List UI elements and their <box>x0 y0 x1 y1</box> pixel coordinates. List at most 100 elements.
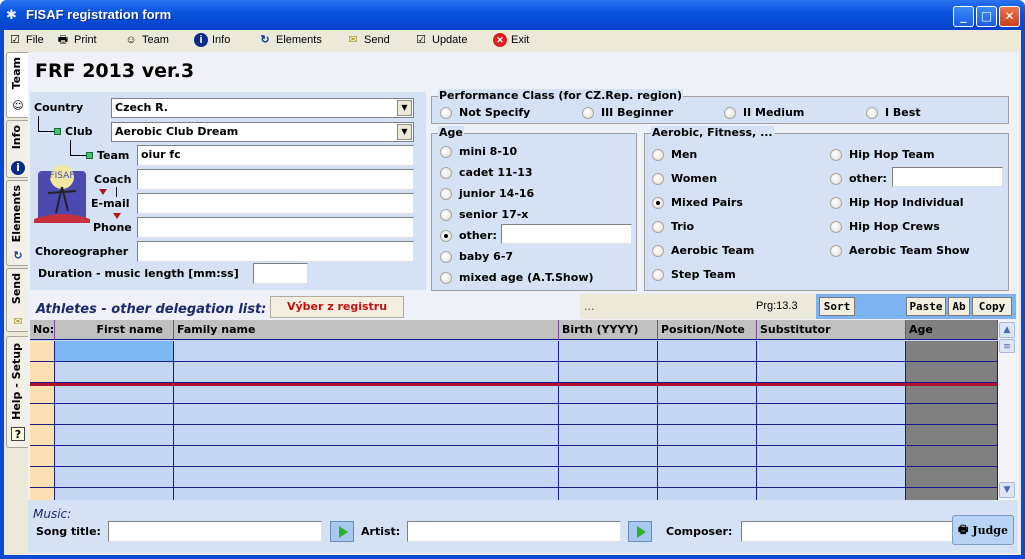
grid-cell[interactable] <box>658 446 757 467</box>
play-icon[interactable] <box>628 521 652 542</box>
grid-cell[interactable] <box>658 467 757 488</box>
menu-print[interactable]: 🖶 Print <box>56 32 97 48</box>
column-header-first-name[interactable]: First name <box>55 320 174 340</box>
tab-team[interactable]: Team ☺ <box>6 52 28 118</box>
radio-dot[interactable] <box>440 166 452 179</box>
grid-cell[interactable] <box>55 467 174 488</box>
radio-dot-selected[interactable] <box>652 196 664 209</box>
judge-button[interactable]: 🖶 Judge <box>952 515 1014 545</box>
grid-cell[interactable] <box>55 488 174 500</box>
column-header-age[interactable]: Age <box>906 320 998 340</box>
grid-cell[interactable] <box>658 383 757 404</box>
grid-cell[interactable] <box>906 446 998 467</box>
radio-dot[interactable] <box>440 145 452 158</box>
row-number-cell[interactable] <box>30 488 55 500</box>
maximize-button[interactable]: □ <box>976 6 997 27</box>
grid-cell[interactable] <box>559 446 658 467</box>
grid-cell[interactable] <box>658 425 757 446</box>
tab-info[interactable]: Info i <box>6 120 28 178</box>
menu-info[interactable]: i Info <box>194 32 230 48</box>
radio-age-junior[interactable]: junior 14-16 <box>440 187 534 200</box>
radio-dot[interactable] <box>830 244 842 257</box>
grid-cell[interactable] <box>174 446 559 467</box>
grid-cell[interactable] <box>174 362 559 383</box>
grid-cell[interactable] <box>757 362 906 383</box>
radio-hip-hop-individual[interactable]: Hip Hop Individual <box>830 196 964 209</box>
radio-hip-hop-crews[interactable]: Hip Hop Crews <box>830 220 940 233</box>
menu-file[interactable]: ☑ File <box>8 32 44 48</box>
song-title-input[interactable] <box>108 521 322 542</box>
grid-cell[interactable] <box>658 488 757 500</box>
row-number-cell[interactable] <box>30 341 55 362</box>
grid-cell[interactable] <box>757 404 906 425</box>
grid-cell[interactable] <box>906 383 998 404</box>
scroll-up-icon[interactable]: ▲ <box>999 322 1015 338</box>
row-number-cell[interactable] <box>30 362 55 383</box>
registry-button[interactable]: Výber z registru <box>270 296 404 318</box>
column-header-no[interactable]: No: <box>30 320 55 340</box>
grid-cell[interactable] <box>757 446 906 467</box>
radio-dot[interactable] <box>724 106 736 119</box>
scroll-thumb[interactable]: ≡ <box>999 339 1015 353</box>
grid-cell[interactable] <box>174 425 559 446</box>
radio-best[interactable]: I Best <box>866 106 921 119</box>
club-select[interactable]: Aerobic Club Dream ▼ <box>111 122 414 142</box>
age-other-input[interactable] <box>501 224 632 244</box>
grid-cell[interactable] <box>559 362 658 383</box>
grid-cell[interactable] <box>757 467 906 488</box>
grid-cell[interactable] <box>906 467 998 488</box>
radio-hip-hop-team[interactable]: Hip Hop Team <box>830 148 935 161</box>
menu-elements[interactable]: ↻ Elements <box>258 32 321 48</box>
grid-cell[interactable] <box>174 488 559 500</box>
minimize-button[interactable]: _ <box>953 6 974 27</box>
composer-input[interactable] <box>741 521 955 542</box>
radio-dot[interactable] <box>440 271 452 284</box>
radio-category-other[interactable]: other: <box>830 172 887 185</box>
grid-cell[interactable] <box>174 467 559 488</box>
radio-dot[interactable] <box>830 172 842 185</box>
grid-cell[interactable] <box>906 425 998 446</box>
grid-cell[interactable] <box>559 404 658 425</box>
grid-cell[interactable] <box>559 425 658 446</box>
grid-cell[interactable] <box>658 404 757 425</box>
radio-age-senior[interactable]: senior 17-x <box>440 208 528 221</box>
choreographer-input[interactable] <box>137 241 414 262</box>
radio-dot[interactable] <box>440 208 452 221</box>
radio-age-mini[interactable]: mini 8-10 <box>440 145 517 158</box>
grid-cell[interactable] <box>658 341 757 362</box>
grid-cell[interactable] <box>55 362 174 383</box>
row-number-cell[interactable] <box>30 467 55 488</box>
grid-scrollbar[interactable]: ▲ ≡ ▼ <box>998 320 1016 500</box>
radio-medium[interactable]: II Medium <box>724 106 804 119</box>
grid-cell[interactable] <box>55 404 174 425</box>
column-header-family-name[interactable]: Family name <box>174 320 559 340</box>
radio-men[interactable]: Men <box>652 148 697 161</box>
grid-cell[interactable] <box>55 341 174 362</box>
row-number-cell[interactable] <box>30 446 55 467</box>
grid-cell[interactable] <box>559 383 658 404</box>
grid-cell[interactable] <box>906 404 998 425</box>
row-number-cell[interactable] <box>30 425 55 446</box>
play-icon[interactable] <box>330 521 354 542</box>
copy-button[interactable]: Copy <box>972 297 1012 316</box>
radio-dot[interactable] <box>830 196 842 209</box>
grid-cell[interactable] <box>55 446 174 467</box>
grid-cell[interactable] <box>757 488 906 500</box>
paste-button[interactable]: Paste <box>906 297 946 316</box>
chevron-down-icon[interactable]: ▼ <box>397 100 412 116</box>
radio-mixed-pairs[interactable]: Mixed Pairs <box>652 196 743 209</box>
radio-dot[interactable] <box>440 250 452 263</box>
grid-cell[interactable] <box>757 341 906 362</box>
grid-cell[interactable] <box>55 383 174 404</box>
grid-cell[interactable] <box>906 341 998 362</box>
tab-help-setup[interactable]: Help - Setup ? <box>6 336 28 448</box>
sort-button[interactable]: Sort <box>819 297 855 316</box>
radio-age-mixed[interactable]: mixed age (A.T.Show) <box>440 271 594 284</box>
radio-dot[interactable] <box>582 106 594 119</box>
category-other-input[interactable] <box>892 167 1003 187</box>
menu-exit[interactable]: ✕ Exit <box>493 32 529 48</box>
chevron-down-icon[interactable]: ▼ <box>397 124 412 140</box>
grid-cell[interactable] <box>174 404 559 425</box>
radio-dot[interactable] <box>866 106 878 119</box>
scroll-down-icon[interactable]: ▼ <box>999 482 1015 498</box>
